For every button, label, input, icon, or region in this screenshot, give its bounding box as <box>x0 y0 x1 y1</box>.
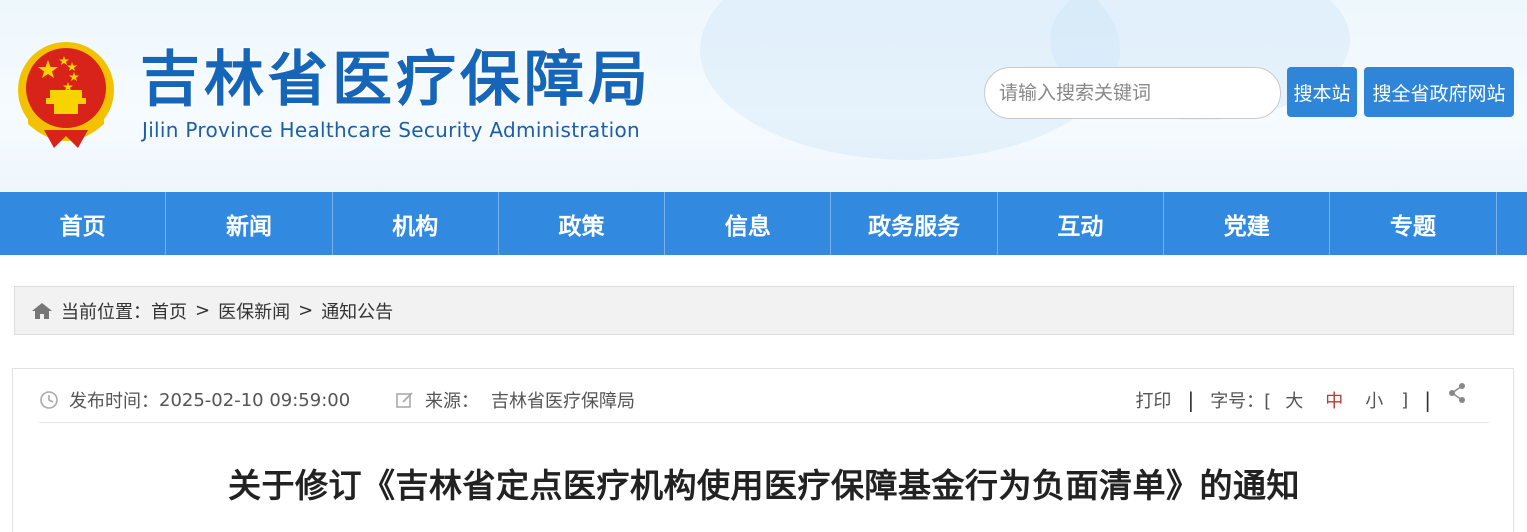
nav-item-party[interactable]: 党建 <box>1164 192 1331 255</box>
print-button[interactable]: 打印 <box>1135 387 1171 413</box>
divider: | <box>1187 388 1195 412</box>
share-icon[interactable] <box>1447 382 1467 404</box>
home-icon <box>32 302 52 319</box>
article-panel: 发布时间： 2025-02-10 09:59:00 来源： 吉林省医疗保障局 打… <box>12 368 1514 532</box>
source-info: 来源： 吉林省医疗保障局 <box>395 387 635 413</box>
nav-item-home[interactable]: 首页 <box>0 192 167 255</box>
site-subtitle: Jilin Province Healthcare Security Admin… <box>142 118 640 142</box>
national-emblem-icon[interactable] <box>14 40 118 152</box>
font-size-medium[interactable]: 中 <box>1325 387 1343 413</box>
site-title: 吉林省医疗保障局 <box>140 45 652 115</box>
search-box <box>984 67 1281 119</box>
publish-label: 发布时间： <box>69 391 159 412</box>
article-meta: 发布时间： 2025-02-10 09:59:00 来源： 吉林省医疗保障局 打… <box>39 383 1489 423</box>
breadcrumb: 当前位置： 首页 > 医保新闻 > 通知公告 <box>14 286 1514 335</box>
nav-item-information[interactable]: 信息 <box>665 192 832 255</box>
search-province-button[interactable]: 搜全省政府网站 <box>1364 67 1514 117</box>
source-value: 吉林省医疗保障局 <box>491 391 635 412</box>
breadcrumb-notices[interactable]: 通知公告 <box>321 298 393 324</box>
breadcrumb-separator: > <box>195 300 211 321</box>
site-header: 吉林省医疗保障局 Jilin Province Healthcare Secur… <box>0 0 1527 192</box>
clock-icon <box>40 391 58 409</box>
article-title: 关于修订《吉林省定点医疗机构使用医疗保障基金行为负面清单》的通知 <box>228 466 1300 505</box>
font-size-label: 字号：[ <box>1210 391 1272 412</box>
breadcrumb-label: 当前位置： <box>61 301 151 323</box>
article-tools: 打印 | 字号：[ 大 中 小 ] | <box>1135 383 1467 417</box>
breadcrumb-separator: > <box>298 300 314 321</box>
nav-item-policy[interactable]: 政策 <box>499 192 666 255</box>
nav-item-news[interactable]: 新闻 <box>166 192 333 255</box>
breadcrumb-home[interactable]: 首页 <box>151 298 187 324</box>
search-site-button[interactable]: 搜本站 <box>1287 67 1357 117</box>
source-label: 来源： <box>425 391 479 412</box>
publish-info: 发布时间： 2025-02-10 09:59:00 <box>39 387 350 413</box>
main-nav: 首页 新闻 机构 政策 信息 政务服务 互动 党建 专题 <box>0 192 1527 255</box>
nav-item-gov-services[interactable]: 政务服务 <box>831 192 998 255</box>
divider: | <box>1424 388 1431 412</box>
nav-item-interaction[interactable]: 互动 <box>998 192 1165 255</box>
font-size-small[interactable]: 小 <box>1365 387 1383 413</box>
breadcrumb-news[interactable]: 医保新闻 <box>218 298 290 324</box>
font-size-large[interactable]: 大 <box>1285 387 1303 413</box>
nav-item-organization[interactable]: 机构 <box>333 192 499 255</box>
edit-icon <box>396 392 413 408</box>
font-size-close: ] <box>1401 389 1409 411</box>
nav-item-topics[interactable]: 专题 <box>1330 192 1497 255</box>
search-input[interactable] <box>999 68 1259 118</box>
publish-time: 2025-02-10 09:59:00 <box>159 389 351 411</box>
